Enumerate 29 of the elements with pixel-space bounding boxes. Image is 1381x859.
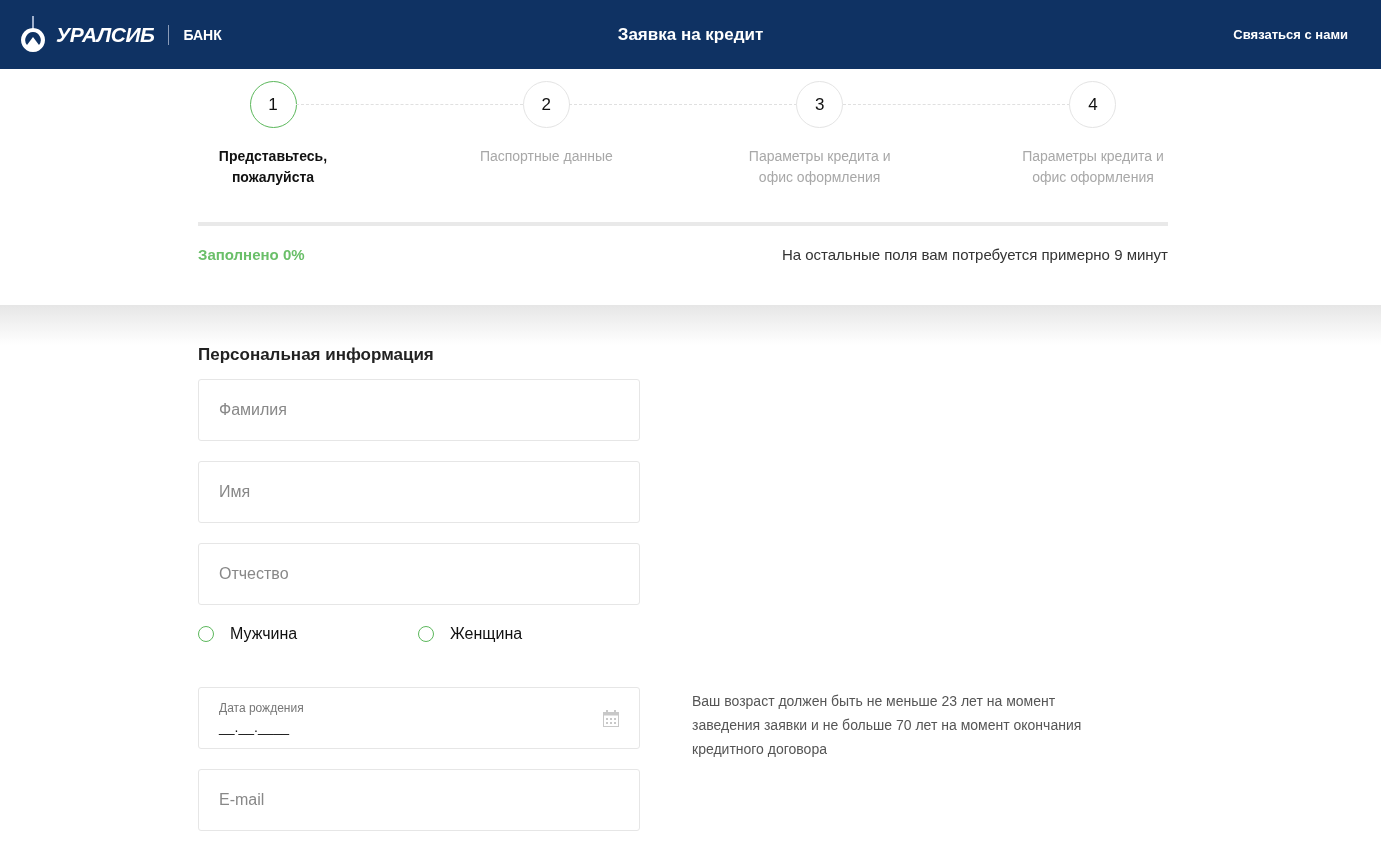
gender-radio[interactable]: Женщина [418, 625, 638, 643]
logo-icon [18, 15, 48, 54]
brand-name: УРАЛСИБ [56, 22, 155, 47]
step-circle[interactable]: 1 [249, 81, 297, 128]
step-label: Параметры кредита и офис оформления [1021, 147, 1165, 187]
progress-label: Заполнено 0% [198, 246, 305, 263]
text-field[interactable]: Имя [198, 461, 640, 523]
time-hint: На остальные поля вам потребуется примерно 9 минут [781, 246, 1168, 263]
step-circle[interactable]: 4 [1069, 81, 1117, 128]
radio-label: Мужчина [230, 625, 298, 643]
section-title: Персональная информация [198, 345, 435, 365]
step-label: Паспортные данные [478, 147, 614, 166]
contact-link[interactable]: Связаться с нами [1233, 27, 1348, 42]
text-field[interactable]: Фамилия [198, 379, 640, 441]
page-title: Заявка на кредит [617, 24, 764, 45]
step-circle[interactable]: 2 [522, 81, 570, 128]
step-label: Параметры кредита и офис оформления [747, 147, 892, 187]
step-circle[interactable]: 3 [796, 81, 844, 128]
text-field[interactable]: Отчество [198, 543, 640, 605]
email-field[interactable]: E-mail [198, 769, 640, 831]
brand-suffix: БАНК [183, 26, 222, 43]
step-label: Представьтесь, пожалуйста [217, 147, 329, 187]
age-hint: Ваш возраст должен быть не меньше 23 лет на момент заведения заявки и не больше 70 лет на момент окончания кредитного договора [692, 692, 1083, 759]
radio-label: Женщина [450, 625, 523, 643]
calendar-icon[interactable] [603, 710, 619, 727]
field-label: Дата рождения [219, 701, 304, 715]
field-value: __.__.____ [219, 719, 290, 735]
date-field[interactable]: Дата рождения __.__.____ [198, 687, 640, 749]
gender-radio[interactable]: Мужчина [198, 625, 418, 643]
